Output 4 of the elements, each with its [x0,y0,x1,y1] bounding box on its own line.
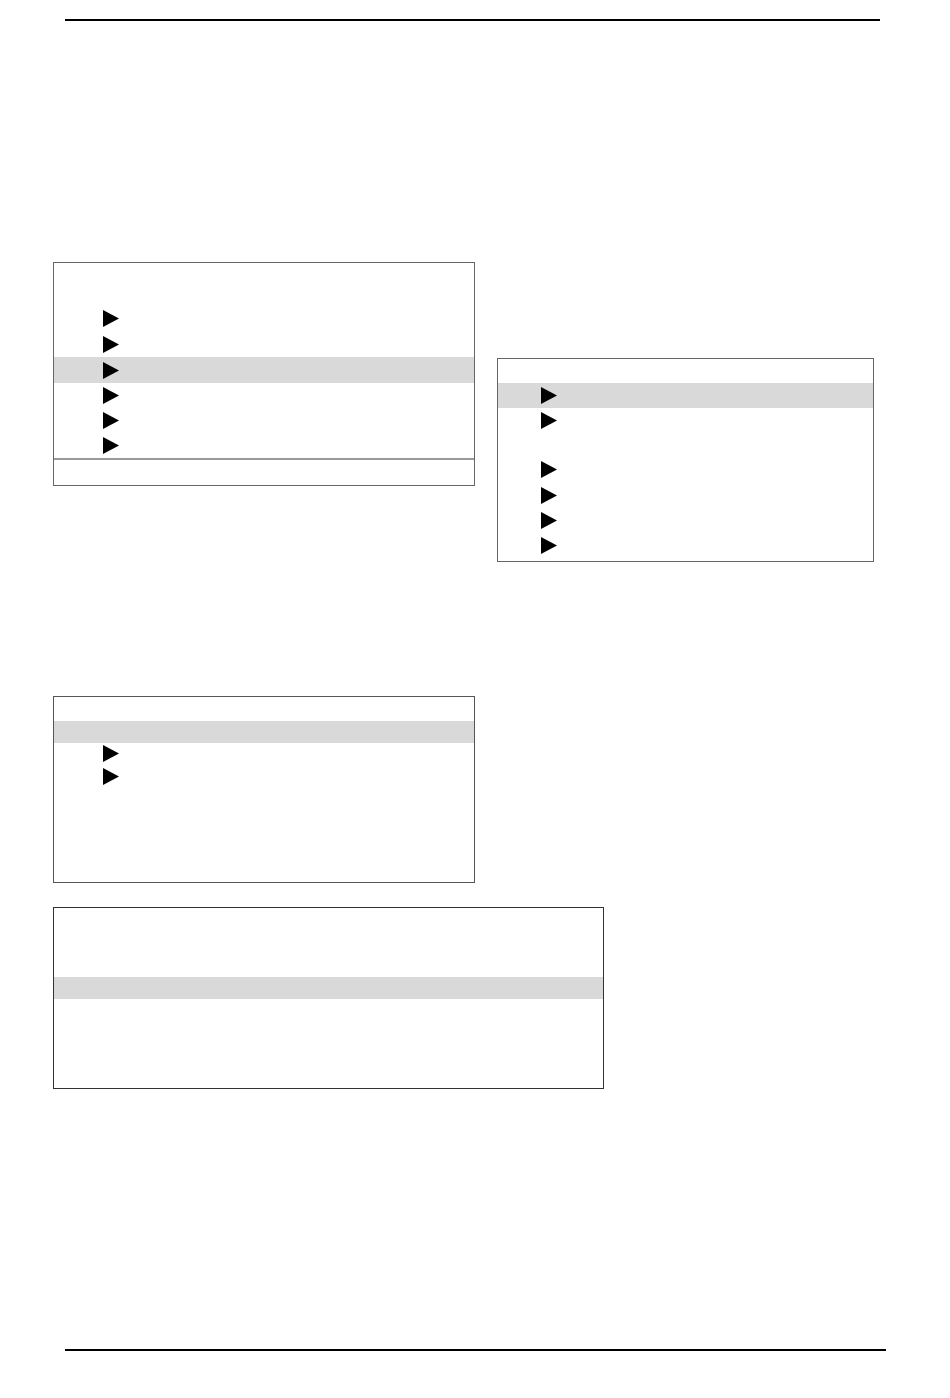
highlighted-menu-row[interactable] [54,977,603,999]
highlighted-menu-row[interactable] [498,383,873,408]
highlighted-menu-row[interactable] [54,357,474,383]
highlighted-menu-row[interactable] [54,721,474,743]
